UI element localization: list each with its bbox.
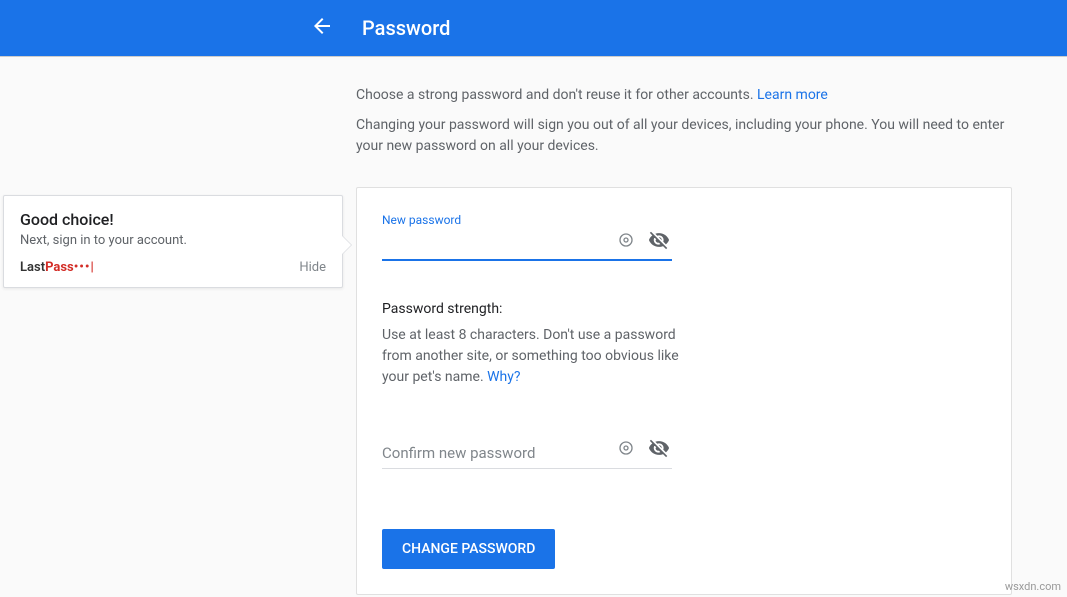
password-card: New password Password strength: Use at l… bbox=[356, 187, 1012, 595]
intro-text-2: Changing your password will sign you out… bbox=[356, 115, 1010, 157]
intro-text-1: Choose a strong password and don't reuse… bbox=[356, 87, 1010, 103]
page-title: Password bbox=[362, 16, 450, 40]
show-password-icon[interactable] bbox=[648, 229, 670, 255]
new-password-group: New password bbox=[382, 213, 986, 261]
back-arrow-icon[interactable] bbox=[310, 14, 334, 42]
tooltip-title: Good choice! bbox=[20, 210, 326, 229]
content: Choose a strong password and don't reuse… bbox=[0, 57, 1010, 595]
watermark: wsxdn.com bbox=[1005, 580, 1061, 593]
header: Password bbox=[0, 0, 1067, 57]
password-strength-text: Use at least 8 characters. Don't use a p… bbox=[382, 325, 682, 388]
hide-link[interactable]: Hide bbox=[299, 260, 326, 275]
new-password-label: New password bbox=[382, 213, 986, 227]
password-strength-title: Password strength: bbox=[382, 301, 986, 317]
learn-more-link[interactable]: Learn more bbox=[757, 87, 828, 103]
show-password-icon[interactable] bbox=[648, 437, 670, 463]
lastpass-logo: LastPass•••| bbox=[20, 260, 95, 275]
why-link[interactable]: Why? bbox=[487, 369, 520, 385]
password-suggestion-icon[interactable] bbox=[618, 440, 634, 460]
confirm-password-group bbox=[382, 438, 986, 469]
change-password-button[interactable]: CHANGE PASSWORD bbox=[382, 529, 555, 569]
password-suggestion-icon[interactable] bbox=[618, 232, 634, 252]
lastpass-tooltip: Good choice! Next, sign in to your accou… bbox=[3, 195, 343, 288]
tooltip-subtitle: Next, sign in to your account. bbox=[20, 233, 326, 248]
